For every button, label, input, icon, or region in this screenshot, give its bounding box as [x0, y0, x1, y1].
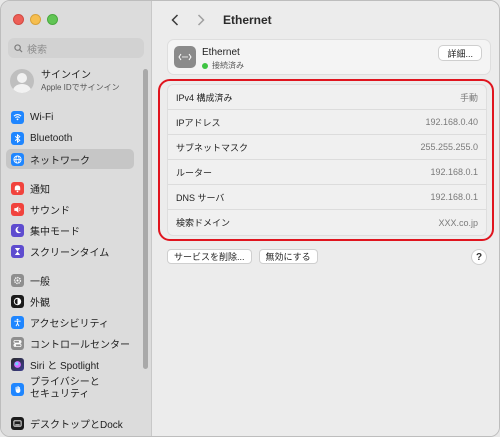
sidebar-item-wifi[interactable]: Wi-Fi — [6, 107, 134, 127]
account-name: サインイン — [41, 69, 91, 81]
nav-group-network: Wi-Fi Bluetooth ネットワーク — [6, 107, 134, 170]
table-row: IPアドレス 192.168.0.40 — [168, 110, 486, 135]
row-label: DNS サーバ — [176, 192, 225, 203]
settings-window: 検索 サインイン Apple IDでサインイン Wi-Fi Bluetooth — [0, 0, 500, 437]
service-actions: サービスを削除... 無効にする — [167, 249, 318, 264]
sidebar-item-accessibility[interactable]: アクセシビリティ — [6, 312, 134, 332]
delete-service-button[interactable]: サービスを削除... — [167, 249, 252, 264]
bluetooth-icon — [11, 131, 24, 145]
status-text: 接続済み — [212, 61, 244, 70]
sidebar-item-siri-spotlight[interactable]: Siri と Spotlight — [6, 354, 134, 374]
row-value: 255.255.255.0 — [420, 142, 478, 152]
account-signin[interactable]: サインイン Apple IDでサインイン — [10, 66, 143, 96]
close-button[interactable] — [13, 14, 24, 25]
sidebar-item-label: Wi-Fi — [30, 111, 54, 123]
bell-icon — [11, 181, 24, 195]
sidebar-item-label: 一般 — [30, 276, 50, 288]
details-button[interactable]: 詳細... — [438, 45, 482, 61]
main-pane: Ethernet Ethernet 接続済み 詳細... IPv4 構成済み 手… — [153, 1, 499, 436]
service-name: Ethernet — [202, 47, 240, 58]
gear-icon — [11, 273, 24, 287]
row-value: 192.168.0.1 — [430, 167, 478, 177]
wifi-icon — [11, 110, 24, 124]
sidebar-item-screen-time[interactable]: スクリーンタイム — [6, 241, 134, 261]
table-row: サブネットマスク 255.255.255.0 — [168, 135, 486, 160]
search-icon — [14, 43, 23, 53]
zoom-button[interactable] — [47, 14, 58, 25]
window-controls — [13, 14, 58, 25]
globe-icon — [11, 152, 24, 166]
privacy-line-1: プライバシーと — [30, 377, 100, 388]
sidebar-item-appearance[interactable]: 外観 — [6, 291, 134, 311]
sidebar-item-general[interactable]: 一般 — [6, 270, 134, 290]
ethernet-service-card: Ethernet 接続済み 詳細... — [167, 39, 491, 75]
help-button[interactable]: ? — [471, 249, 487, 265]
appearance-icon — [11, 294, 24, 308]
table-row: ルーター 192.168.0.1 — [168, 160, 486, 185]
ethernet-icon — [174, 46, 196, 68]
sidebar-item-label: プライバシーと セキュリティ — [30, 377, 100, 401]
sidebar-item-focus[interactable]: 集中モード — [6, 220, 134, 240]
row-value: 手動 — [459, 92, 478, 103]
desktop-icon — [11, 416, 24, 430]
sidebar-item-label: 集中モード — [30, 226, 80, 238]
table-row: DNS サーバ 192.168.0.1 — [168, 185, 486, 210]
sidebar: 検索 サインイン Apple IDでサインイン Wi-Fi Bluetooth — [1, 1, 152, 436]
forward-button[interactable] — [193, 12, 209, 28]
page-title: Ethernet — [223, 13, 272, 27]
sidebar-item-label: 通知 — [30, 184, 50, 196]
sidebar-item-label: Bluetooth — [30, 132, 73, 144]
nav-group-system: 一般 外観 アクセシビリティ コントロールセンター Siri と Spotlig… — [6, 270, 134, 404]
control-center-icon — [11, 336, 24, 350]
table-row: IPv4 構成済み 手動 — [168, 85, 486, 110]
accessibility-icon — [11, 315, 24, 329]
sidebar-item-label: アクセシビリティ — [30, 318, 109, 330]
sidebar-item-label: コントロールセンター — [30, 339, 130, 351]
siri-icon — [11, 357, 24, 371]
sidebar-item-privacy-security[interactable]: プライバシーと セキュリティ — [6, 375, 134, 403]
sidebar-item-desktop-dock[interactable]: デスクトップとDock — [6, 413, 134, 433]
sidebar-item-label: スクリーンタイム — [30, 247, 110, 259]
sidebar-item-notifications[interactable]: 通知 — [6, 178, 134, 198]
sidebar-item-label: ネットワーク — [30, 155, 90, 167]
row-value: 192.168.0.40 — [425, 117, 478, 127]
search-placeholder: 検索 — [27, 44, 47, 56]
sidebar-item-label: デスクトップとDock — [30, 419, 123, 431]
row-label: IPv4 構成済み — [176, 92, 233, 103]
sidebar-item-control-center[interactable]: コントロールセンター — [6, 333, 134, 353]
avatar — [10, 69, 34, 93]
table-row: 検索ドメイン XXX.co.jp — [168, 210, 486, 235]
chevron-right-icon — [197, 14, 205, 26]
sidebar-item-sound[interactable]: サウンド — [6, 199, 134, 219]
sidebar-item-label: 外観 — [30, 297, 50, 309]
row-label: ルーター — [176, 167, 213, 178]
sidebar-item-network[interactable]: ネットワーク — [6, 149, 134, 169]
disable-button[interactable]: 無効にする — [258, 249, 318, 264]
moon-icon — [11, 223, 24, 237]
nav-group-notifications: 通知 サウンド 集中モード スクリーンタイム — [6, 178, 134, 262]
search-field[interactable]: 検索 — [8, 38, 144, 58]
row-label: 検索ドメイン — [176, 218, 231, 228]
minimize-button[interactable] — [30, 14, 41, 25]
account-sub: Apple IDでサインイン — [41, 82, 120, 92]
back-button[interactable] — [167, 12, 183, 28]
row-label: IPアドレス — [176, 117, 221, 128]
service-status: 接続済み — [202, 60, 244, 71]
toolbar: Ethernet — [167, 11, 272, 29]
nav-group-desktop: デスクトップとDock — [6, 413, 134, 434]
chevron-left-icon — [171, 14, 179, 26]
row-label: サブネットマスク — [176, 142, 249, 153]
sidebar-scrollbar[interactable] — [143, 69, 148, 369]
privacy-line-2: セキュリティ — [30, 389, 90, 400]
status-dot — [202, 62, 208, 69]
hand-icon — [11, 382, 24, 396]
sidebar-item-bluetooth[interactable]: Bluetooth — [6, 128, 134, 148]
row-value: 192.168.0.1 — [430, 192, 478, 202]
sidebar-item-label: サウンド — [30, 205, 70, 217]
network-details-table: IPv4 構成済み 手動 IPアドレス 192.168.0.40 サブネットマス… — [167, 84, 487, 236]
sidebar-item-label: Siri と Spotlight — [30, 360, 99, 372]
row-value: XXX.co.jp — [438, 217, 478, 228]
speaker-icon — [11, 202, 24, 216]
hourglass-icon — [11, 244, 24, 258]
